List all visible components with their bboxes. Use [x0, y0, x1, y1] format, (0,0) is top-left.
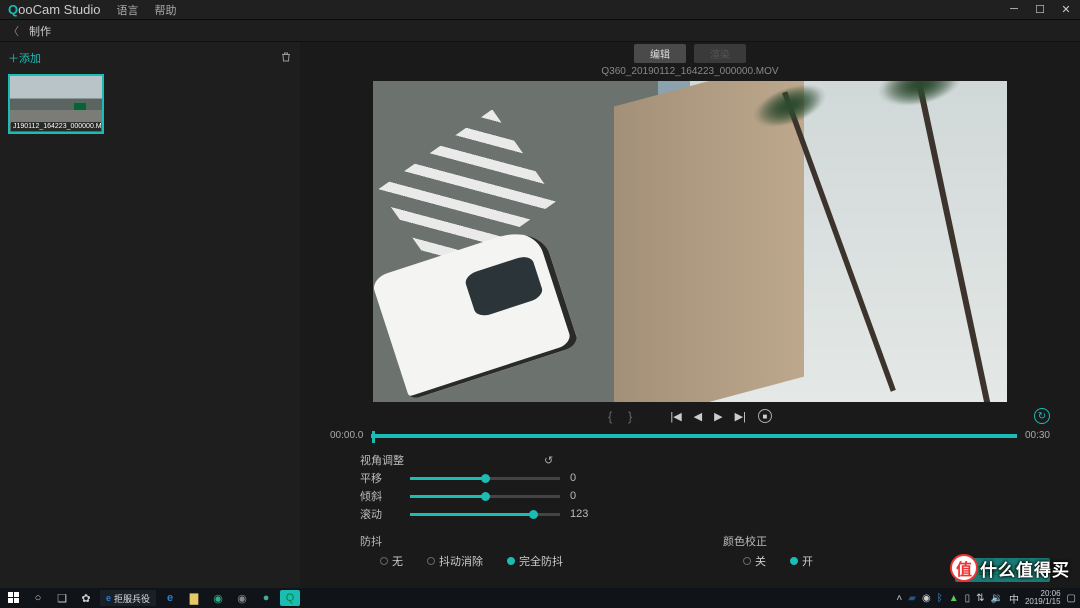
notifications-icon[interactable]: ▢ [1067, 593, 1076, 604]
stab-shake[interactable]: 抖动消除 [427, 553, 483, 569]
video-preview[interactable] [373, 81, 1007, 402]
tray-up-icon[interactable]: ˄ [896, 593, 902, 604]
explorer-icon[interactable]: ▇ [184, 590, 204, 606]
tray-security-icon[interactable]: ▲ [949, 593, 959, 604]
app-icon-1[interactable]: ✿ [76, 590, 96, 606]
tray-bluetooth-icon[interactable]: ᛒ [937, 593, 943, 604]
tab-edit[interactable]: 编辑 [634, 44, 686, 63]
add-media-button[interactable]: ＋添加 [8, 50, 41, 66]
time-start: 00:00.0 [330, 430, 363, 441]
window-maximize[interactable]: ☐ [1034, 3, 1046, 16]
pan-value: 0 [570, 472, 576, 484]
range-indicator: { } [608, 409, 638, 424]
media-sidebar: ＋添加 J190112_164223_000000.MOV [0, 42, 300, 588]
clip-filename: J190112_164223_000000.MOV [11, 122, 101, 131]
play-button[interactable]: ▶ [714, 410, 722, 423]
stab-none[interactable]: 无 [380, 553, 403, 569]
delete-icon[interactable] [280, 51, 292, 66]
tilt-value: 0 [570, 490, 576, 502]
sync-icon[interactable]: ↻ [1034, 408, 1050, 424]
pan-slider[interactable] [410, 477, 560, 480]
pan-label: 平移 [360, 470, 400, 486]
clip-thumbnail[interactable]: J190112_164223_000000.MOV [8, 74, 104, 134]
section-color: 颜色校正 [723, 533, 813, 549]
stab-full[interactable]: 完全防抖 [507, 553, 563, 569]
app-icon-3[interactable]: ◉ [232, 590, 252, 606]
export-button[interactable]: 渲染到队列 [955, 558, 1050, 582]
roll-label: 滚动 [360, 506, 400, 522]
edge-task[interactable]: e拒服兵役 [100, 590, 156, 606]
color-on[interactable]: 开 [790, 553, 813, 569]
current-filename: Q360_20190112_164223_000000.MOV [300, 64, 1080, 81]
tray-wifi-icon[interactable]: ⇅ [976, 593, 984, 604]
windows-taskbar: ○ ❏ ✿ e拒服兵役 e ▇ ◉ ◉ ● Q ˄ ▰ ◉ ᛒ ▲ ▯ ⇅ 🔉 … [0, 588, 1080, 608]
window-close[interactable]: ✕ [1060, 3, 1072, 16]
menu-language[interactable]: 语言 [117, 2, 139, 18]
stop-button[interactable]: ■ [758, 409, 772, 423]
qoocam-task-icon[interactable]: Q [280, 590, 300, 606]
section-stabilize: 防抖 [360, 533, 563, 549]
roll-value: 123 [570, 508, 588, 520]
next-frame-button[interactable]: ▶| [735, 410, 746, 423]
app-icon-4[interactable]: ● [256, 590, 276, 606]
tilt-label: 倾斜 [360, 488, 400, 504]
menu-help[interactable]: 帮助 [155, 2, 177, 18]
tray-onedrive-icon[interactable]: ▰ [908, 593, 916, 604]
tray-battery-icon[interactable]: ▯ [965, 593, 971, 604]
time-end: 00:30 [1025, 430, 1050, 441]
edge-icon[interactable]: e [160, 590, 180, 606]
tray-steam-icon[interactable]: ◉ [922, 593, 931, 604]
task-view-icon[interactable]: ❏ [52, 590, 72, 606]
window-minimize[interactable]: ─ [1008, 3, 1020, 16]
app-logo: QooCam Studio [8, 2, 101, 17]
start-button[interactable] [4, 590, 24, 606]
taskbar-clock[interactable]: 20:062019/1/15 [1025, 590, 1061, 606]
tab-render[interactable]: 渲染 [694, 44, 746, 63]
section-view-adjust: 视角调整 [360, 452, 404, 468]
tray-volume-icon[interactable]: 🔉 [991, 593, 1003, 604]
step-back-button[interactable]: ◀ [694, 410, 702, 423]
timeline-scrubber[interactable] [371, 434, 1017, 438]
color-off[interactable]: 关 [743, 553, 766, 569]
page-title: 制作 [29, 23, 51, 39]
app-icon-2[interactable]: ◉ [208, 590, 228, 606]
tray-ime[interactable]: 中 [1009, 591, 1019, 606]
reset-view-icon[interactable]: ↺ [544, 454, 553, 467]
cortana-icon[interactable]: ○ [28, 590, 48, 606]
back-button[interactable]: 〈 [8, 23, 19, 39]
tilt-slider[interactable] [410, 495, 560, 498]
prev-frame-button[interactable]: |◀ [670, 410, 681, 423]
roll-slider[interactable] [410, 513, 560, 516]
